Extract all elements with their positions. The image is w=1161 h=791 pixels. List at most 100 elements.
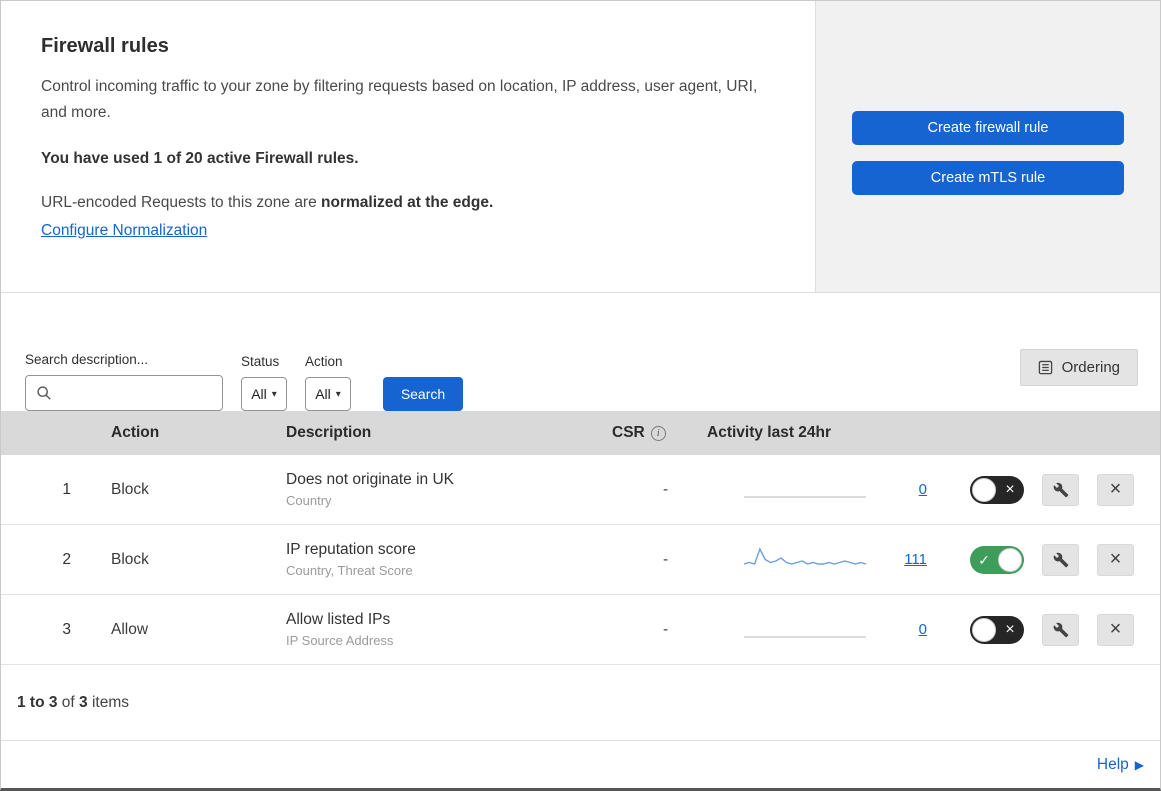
create-firewall-rule-button[interactable]: Create firewall rule — [852, 111, 1124, 145]
rule-priority: 2 — [62, 550, 71, 568]
page-title: Firewall rules — [41, 35, 169, 57]
activity-sparkline — [744, 635, 866, 638]
usage-summary: You have used 1 of 20 active Firewall ru… — [41, 150, 359, 167]
search-label: Search description... — [25, 352, 149, 367]
filter-controls: Search description... Status All ▾ Actio… — [25, 309, 463, 411]
wrench-icon — [1053, 622, 1069, 638]
rule-csr: - — [663, 550, 669, 568]
edit-rule-button[interactable] — [1042, 473, 1079, 506]
edit-rule-button[interactable] — [1042, 543, 1079, 576]
ordering-button[interactable]: Ordering — [1019, 348, 1138, 386]
rule-description-cell: IP reputation score Country, Threat Scor… — [271, 541, 591, 578]
rule-activity-cell: 0 — [691, 475, 948, 505]
rule-description: IP reputation score — [286, 541, 416, 558]
items-count-footer: 1 to 3 of 3 items — [1, 665, 1160, 741]
table-row: 1 Block Does not originate in UK Country… — [1, 455, 1160, 525]
chevron-down-icon: ▾ — [271, 388, 277, 400]
cross-icon: × — [1005, 620, 1015, 638]
delete-rule-button[interactable]: × — [1097, 543, 1134, 576]
rule-description-cell: Allow listed IPs IP Source Address — [271, 611, 591, 648]
toggle-knob — [998, 547, 1022, 572]
search-input[interactable] — [52, 376, 247, 410]
activity-count-link[interactable]: 0 — [893, 621, 927, 638]
header-text-block: Firewall rules Control incoming traffic … — [1, 1, 815, 292]
status-label: Status — [241, 354, 280, 369]
rule-action: Block — [111, 550, 149, 568]
rule-action: Block — [111, 480, 149, 498]
rule-criteria: Country, Threat Score — [286, 563, 413, 578]
rule-controls: ✓ × × — [948, 543, 1160, 576]
configure-normalization-link[interactable]: Configure Normalization — [41, 222, 207, 240]
table-row: 2 Block IP reputation score Country, Thr… — [1, 525, 1160, 595]
search-button[interactable]: Search — [383, 377, 463, 411]
cross-icon: × — [1005, 480, 1015, 498]
rule-priority: 3 — [62, 620, 71, 638]
ordering-button-label: Ordering — [1061, 358, 1120, 376]
rule-enabled-toggle[interactable]: ✓ × — [970, 475, 1024, 504]
rule-description: Allow listed IPs — [286, 611, 391, 628]
rule-enabled-toggle[interactable]: ✓ × — [970, 545, 1024, 574]
search-group: Search description... — [25, 352, 247, 411]
wrench-icon — [1053, 482, 1069, 498]
normalization-text: URL-encoded Requests to this zone are — [41, 194, 322, 211]
activity-column-header: Activity last 24hr — [707, 424, 832, 441]
action-column-header: Action — [111, 424, 160, 441]
rule-description-cell: Does not originate in UK Country — [271, 471, 591, 508]
table-row: 3 Allow Allow listed IPs IP Source Addre… — [1, 595, 1160, 665]
activity-count-link[interactable]: 0 — [893, 481, 927, 498]
rule-activity-cell: 111 — [691, 545, 948, 575]
search-box[interactable] — [25, 375, 247, 411]
rule-activity-cell: 0 — [691, 615, 948, 645]
items-label: items — [87, 693, 129, 711]
help-footer: Help ▶ — [1, 741, 1160, 788]
toggle-knob — [972, 617, 996, 642]
rule-criteria: Country — [286, 493, 332, 508]
items-total: 3 — [79, 693, 88, 711]
rule-csr: - — [663, 480, 669, 498]
items-of-text: of — [57, 693, 80, 711]
status-dropdown[interactable]: All ▾ — [241, 377, 287, 411]
page-description: Control incoming traffic to your zone by… — [41, 78, 758, 121]
activity-sparkline — [743, 546, 867, 565]
info-icon[interactable]: i — [650, 425, 666, 441]
normalization-bold: normalized at the edge. — [321, 194, 494, 211]
activity-count-link[interactable]: 111 — [893, 551, 927, 568]
action-label: Action — [305, 354, 343, 369]
rule-enabled-toggle[interactable]: ✓ × — [970, 615, 1024, 644]
ordering-list-icon — [1038, 360, 1053, 375]
table-header-row: Action Description CSR i Activity last 2… — [1, 411, 1160, 455]
firewall-rules-page: Firewall rules Control incoming traffic … — [0, 0, 1161, 791]
help-link[interactable]: Help ▶ — [1097, 756, 1144, 774]
action-dropdown-value: All — [315, 386, 331, 402]
action-dropdown[interactable]: All ▾ — [305, 377, 351, 411]
chevron-down-icon: ▾ — [335, 388, 341, 400]
status-dropdown-value: All — [251, 386, 267, 402]
csr-column-header: CSR i — [591, 424, 691, 442]
csr-header-label: CSR — [612, 424, 645, 441]
toggle-knob — [972, 477, 996, 502]
create-mtls-rule-button[interactable]: Create mTLS rule — [852, 161, 1124, 195]
page-header: Firewall rules Control incoming traffic … — [1, 1, 1160, 293]
help-label: Help — [1096, 755, 1129, 773]
close-icon: × — [1109, 548, 1122, 570]
header-actions-panel: Create firewall rule Create mTLS rule — [815, 1, 1160, 292]
description-column-header: Description — [286, 424, 372, 441]
action-filter-group: Action All ▾ — [305, 354, 351, 411]
help-arrow-icon: ▶ — [1134, 757, 1144, 772]
close-icon: × — [1109, 478, 1122, 500]
delete-rule-button[interactable]: × — [1097, 613, 1134, 646]
filter-bar: Search description... Status All ▾ Actio… — [1, 293, 1160, 411]
items-range: 1 to 3 — [17, 693, 58, 711]
normalization-note: URL-encoded Requests to this zone are no… — [41, 194, 775, 212]
rule-csr: - — [663, 620, 669, 638]
check-icon: ✓ — [978, 551, 990, 568]
edit-rule-button[interactable] — [1042, 613, 1079, 646]
rule-criteria: IP Source Address — [286, 633, 394, 648]
wrench-icon — [1053, 552, 1069, 568]
delete-rule-button[interactable]: × — [1097, 473, 1134, 506]
rule-description: Does not originate in UK — [286, 471, 455, 488]
activity-sparkline — [744, 495, 866, 498]
search-icon — [36, 385, 52, 401]
rule-action: Allow — [111, 620, 149, 638]
close-icon: × — [1109, 618, 1122, 640]
